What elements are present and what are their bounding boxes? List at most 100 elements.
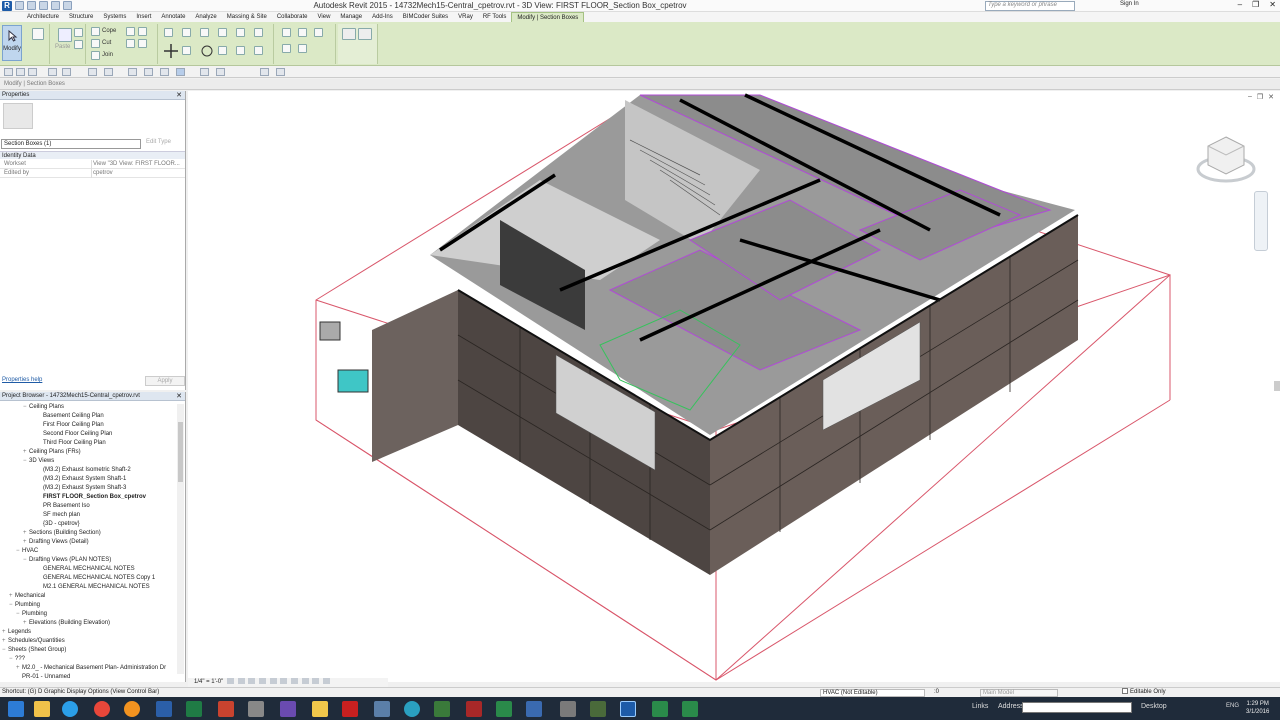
move-icon[interactable] xyxy=(164,44,178,58)
cut-clipboard-icon[interactable] xyxy=(74,40,83,49)
model-view[interactable] xyxy=(188,91,1280,682)
trim-icon[interactable] xyxy=(254,28,263,37)
tree-item[interactable]: Second Floor Ceiling Plan xyxy=(37,430,112,439)
type-selector[interactable]: Section Boxes (1) xyxy=(1,139,141,149)
ribbon-tab[interactable]: View xyxy=(313,12,336,22)
properties-help-link[interactable]: Properties help xyxy=(2,377,42,383)
ribbon-tab[interactable]: Architecture xyxy=(22,12,64,22)
tree-item[interactable]: + Legends xyxy=(2,628,31,637)
tree-item[interactable]: (M3.2) Exhaust System Shaft-1 xyxy=(37,475,126,484)
tree-item[interactable]: − Plumbing xyxy=(16,610,47,619)
edit-type-button[interactable]: Edit Type xyxy=(146,139,171,145)
modify-button[interactable]: Modify xyxy=(2,25,22,61)
links-toolbar[interactable]: Links xyxy=(972,703,988,710)
close-icon[interactable]: ✕ xyxy=(176,91,182,100)
active-workset-select[interactable]: HVAC (Not Editable) xyxy=(820,689,925,697)
settings-icon[interactable] xyxy=(248,701,264,717)
tree-item[interactable]: First Floor Ceiling Plan xyxy=(37,421,104,430)
hide-isolate-icon[interactable] xyxy=(312,678,320,685)
shadows-icon[interactable] xyxy=(258,678,266,685)
tree-item[interactable]: Third Floor Ceiling Plan xyxy=(37,439,106,448)
tree-item[interactable]: + Ceiling Plans (FRs) xyxy=(23,448,81,457)
remote-icon[interactable] xyxy=(560,701,576,717)
ribbon-tab[interactable]: Insert xyxy=(131,12,156,22)
system-clock[interactable]: 1:29 PM 3/1/2016 xyxy=(1246,700,1269,716)
tree-item[interactable]: + Elevations (Building Elevation) xyxy=(23,619,110,628)
section-box-icon[interactable] xyxy=(342,28,356,40)
tree-item[interactable]: − Plumbing xyxy=(9,601,40,610)
sun-path-icon[interactable] xyxy=(248,678,256,685)
language-indicator[interactable]: ENG xyxy=(1226,703,1239,709)
sheet-icon[interactable] xyxy=(496,701,512,717)
save-view-icon[interactable] xyxy=(16,68,25,76)
reveal-hidden-icon[interactable] xyxy=(322,678,330,685)
start-icon[interactable] xyxy=(8,701,24,717)
pin-icon[interactable] xyxy=(254,46,263,55)
undo-list-icon[interactable] xyxy=(48,68,57,76)
viewcube-icon[interactable] xyxy=(1196,131,1256,187)
tool-icon[interactable] xyxy=(466,701,482,717)
close-icon[interactable]: ✕ xyxy=(1268,93,1274,101)
viewport-scrollbar[interactable] xyxy=(1274,381,1280,391)
excel-icon[interactable] xyxy=(186,701,202,717)
tree-item[interactable]: + Schedules/Quantities xyxy=(2,637,65,646)
acrobat-icon[interactable] xyxy=(218,701,234,717)
lock-view-icon[interactable] xyxy=(280,678,288,685)
tree-item[interactable]: Basement Ceiling Plan xyxy=(37,412,104,421)
autocad-icon[interactable] xyxy=(342,701,358,717)
ribbon-tab[interactable]: RF Tools xyxy=(478,12,512,22)
array-icon[interactable] xyxy=(218,46,227,55)
offset-icon[interactable] xyxy=(182,28,191,37)
tree-item[interactable]: PR-01 - Unnamed xyxy=(16,673,70,682)
minimize-icon[interactable]: – xyxy=(1248,93,1252,101)
cut-geometry-icon[interactable] xyxy=(91,39,100,48)
close-icon[interactable]: ✕ xyxy=(176,392,182,401)
tree-item[interactable]: M2.1 GENERAL MECHANICAL NOTES xyxy=(37,583,150,592)
chrome-icon[interactable] xyxy=(94,701,110,717)
paste-icon[interactable] xyxy=(58,28,72,42)
explorer-icon[interactable] xyxy=(34,701,50,717)
redo-list-icon[interactable] xyxy=(62,68,71,76)
ribbon-tab[interactable]: Annotate xyxy=(156,12,190,22)
section-icon[interactable] xyxy=(160,68,169,76)
prop-value[interactable]: View "3D View: FIRST FLOOR... xyxy=(93,160,180,169)
home-icon[interactable] xyxy=(4,68,13,76)
ribbon-tab[interactable]: Modify | Section Boxes xyxy=(511,12,585,22)
close-hidden-icon[interactable] xyxy=(200,68,209,76)
minimize-icon[interactable]: – xyxy=(1238,0,1242,9)
ribbon-tab[interactable]: Analyze xyxy=(190,12,221,22)
tree-item[interactable]: −??? xyxy=(9,655,25,664)
editable-only-toggle[interactable]: Editable Only xyxy=(1122,688,1166,697)
tree-item[interactable]: GENERAL MECHANICAL NOTES Copy 1 xyxy=(37,574,155,583)
sign-in-link[interactable]: Sign In xyxy=(1120,1,1139,7)
scroll-thumb[interactable] xyxy=(178,422,183,482)
cope-icon[interactable] xyxy=(91,27,100,36)
help-search-input[interactable]: Type a keyword or phrase xyxy=(985,1,1075,11)
recorder-icon[interactable] xyxy=(682,701,698,717)
create-icon[interactable] xyxy=(298,44,307,53)
copy-icon[interactable] xyxy=(182,46,191,55)
override-icon[interactable] xyxy=(298,28,307,37)
text-icon[interactable] xyxy=(128,68,137,76)
tree-item[interactable]: − Drafting Views (PLAN NOTES) xyxy=(23,556,111,565)
split-icon[interactable] xyxy=(236,28,245,37)
tree-item[interactable]: (M3.2) Exhaust Isometric Shaft-2 xyxy=(37,466,131,475)
3d-viewport[interactable]: – ❐ ✕ xyxy=(188,91,1280,682)
restore-icon[interactable]: ❐ xyxy=(1257,93,1263,101)
join-label[interactable]: Join xyxy=(102,52,113,58)
tree-item[interactable]: − Ceiling Plans xyxy=(23,403,64,412)
mirror-icon[interactable] xyxy=(200,28,209,37)
align-icon[interactable] xyxy=(164,28,173,37)
ribbon-tab[interactable]: Massing & Site xyxy=(222,12,272,22)
ie-icon[interactable] xyxy=(62,701,78,717)
word-icon[interactable] xyxy=(156,701,172,717)
camtasia-icon[interactable] xyxy=(652,701,668,717)
ribbon-tab[interactable]: BIMCoder Suites xyxy=(398,12,453,22)
onenote-icon[interactable] xyxy=(280,701,296,717)
paint-icon[interactable] xyxy=(126,39,135,48)
rotate-icon[interactable] xyxy=(200,44,214,58)
visual-style-icon[interactable] xyxy=(237,678,245,685)
thin-lines-icon[interactable] xyxy=(176,68,185,76)
split-face-icon[interactable] xyxy=(138,27,147,36)
viewer-icon[interactable] xyxy=(374,701,390,717)
